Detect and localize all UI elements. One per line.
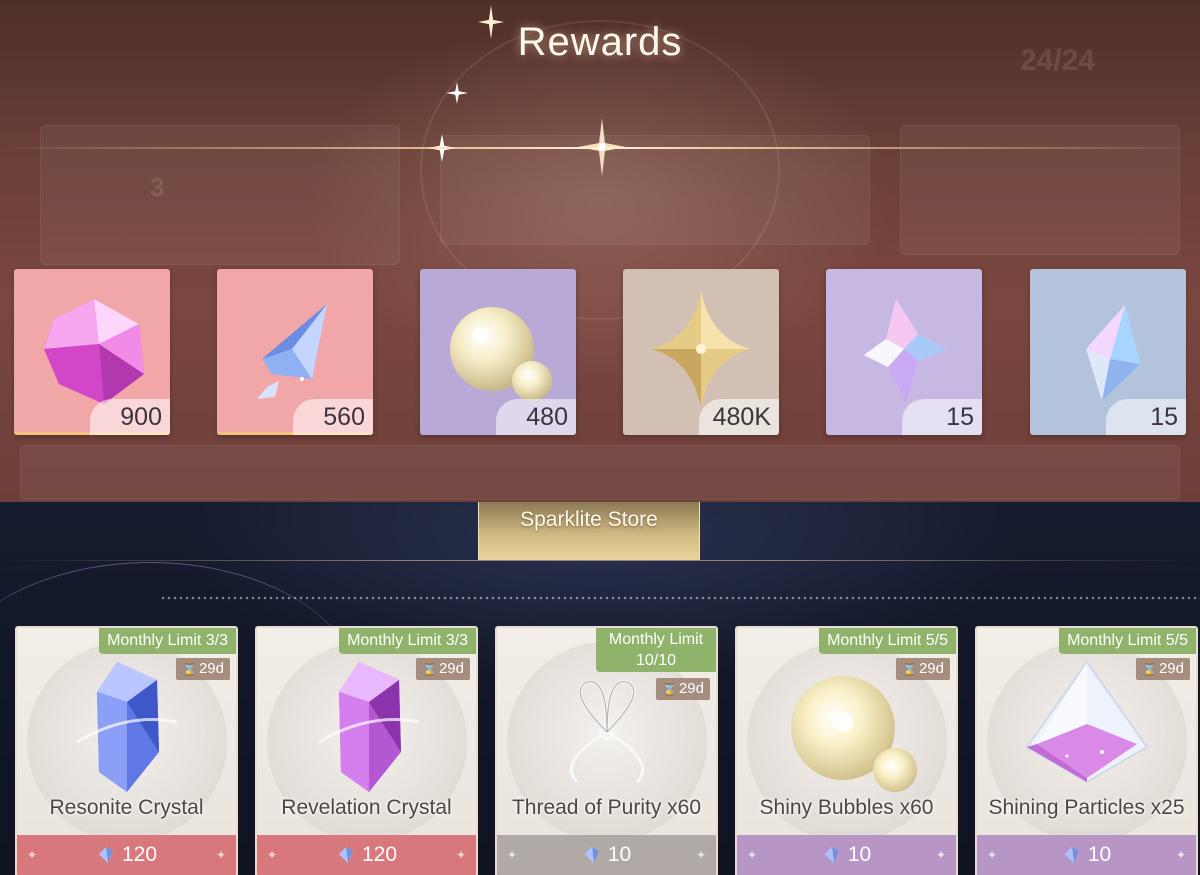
background-panel [900, 125, 1180, 255]
item-name: Revelation Crystal [281, 796, 452, 819]
price-value: 10 [607, 843, 632, 866]
reward-item-ice-crystal[interactable]: 15 [1030, 269, 1186, 435]
reward-item-prism-crystal[interactable]: 15 [826, 269, 982, 435]
item-name: Thread of Purity x60 [511, 796, 702, 819]
timer-badge: ⌛ 29d [656, 678, 710, 700]
reward-quantity: 480K [698, 399, 779, 435]
background-small-count: 3 [150, 172, 165, 202]
sparklite-store: Sparklite Store Monthly Limit 3/3 ⌛ 29d R… [0, 502, 1200, 875]
price-button[interactable]: ✦ 120 ✦ [17, 835, 236, 875]
price-value: 10 [1087, 843, 1112, 866]
thread-of-purity-icon [569, 680, 645, 784]
item-name: Shiny Bubbles x60 [759, 796, 934, 819]
sparkle-icon: ✦ [507, 848, 518, 862]
price-button[interactable]: ✦ 10 ✦ [497, 835, 716, 875]
sparklite-gem-icon [96, 845, 116, 865]
timer-value: 29d [1158, 660, 1184, 677]
timer-badge: ⌛ 29d [176, 658, 230, 680]
reward-quantity: 560 [293, 399, 373, 435]
monthly-limit-badge: Monthly Limit 5/5 [819, 628, 956, 654]
sparkle-icon: ✦ [215, 848, 226, 862]
item-name: Shining Particles x25 [988, 796, 1185, 819]
sparklite-gem-icon [1062, 845, 1082, 865]
price-button[interactable]: ✦ 120 ✦ [257, 835, 476, 875]
monthly-limit-badge: Monthly Limit 3/3 [99, 628, 236, 654]
sparklite-gem-icon [822, 845, 842, 865]
hourglass-icon: ⌛ [182, 662, 197, 676]
divider-star-icon [578, 118, 626, 176]
background-panel [20, 445, 1180, 500]
hourglass-icon: ⌛ [422, 662, 437, 676]
rewards-popup[interactable]: 24/24 3 Rewards 900 560 480 480K 15 15 [0, 0, 1200, 502]
price-button[interactable]: ✦ 10 ✦ [737, 835, 956, 875]
store-item-thread-of-purity[interactable]: Monthly Limit 10/10 ⌛ 29d Thread of Purit… [495, 626, 718, 875]
sparkle-icon [446, 82, 468, 104]
item-name: Resonite Crystal [49, 796, 204, 819]
sparkle-icon: ✦ [267, 848, 278, 862]
sparkle-icon: ✦ [747, 848, 758, 862]
monthly-limit-badge: Monthly Limit 5/5 [1059, 628, 1196, 654]
monthly-limit-badge: Monthly Limit 3/3 [339, 628, 476, 654]
timer-value: 29d [198, 660, 224, 677]
sparklite-gem-icon [582, 845, 602, 865]
reward-quantity: 15 [902, 399, 982, 435]
reward-item-gold-star[interactable]: 480K [623, 269, 779, 435]
dotted-divider [160, 596, 1200, 600]
tab-sparklite-store[interactable]: Sparklite Store [478, 502, 700, 560]
limit-label: Monthly Limit [608, 631, 704, 648]
store-item-shiny-bubbles[interactable]: Monthly Limit 5/5 ⌛ 29d Shiny Bubbles x60… [735, 626, 958, 875]
sparklite-gem-icon [336, 845, 356, 865]
monthly-limit-badge: Monthly Limit 10/10 [596, 628, 716, 672]
timer-value: 29d [678, 680, 704, 697]
timer-badge: ⌛ 29d [416, 658, 470, 680]
reward-item-pink-crystal[interactable]: 900 [14, 269, 170, 435]
timer-badge: ⌛ 29d [1136, 658, 1190, 680]
sparkle-icon: ✦ [1175, 848, 1186, 862]
store-item-revelation-crystal[interactable]: Monthly Limit 3/3 ⌛ 29d Revelation Crysta… [255, 626, 478, 875]
timer-value: 29d [438, 660, 464, 677]
price-value: 120 [121, 843, 158, 866]
sparkle-icon: ✦ [27, 848, 38, 862]
hourglass-icon: ⌛ [902, 662, 917, 676]
hourglass-icon: ⌛ [1142, 662, 1157, 676]
reward-quantity: 15 [1106, 399, 1186, 435]
price-value: 10 [847, 843, 872, 866]
sparkle-icon: ✦ [455, 848, 466, 862]
limit-count: 10/10 [635, 652, 677, 669]
timer-badge: ⌛ 29d [896, 658, 950, 680]
store-divider [0, 560, 1200, 561]
background-panel [440, 135, 870, 245]
reward-quantity: 900 [90, 399, 170, 435]
reward-item-bubble[interactable]: 480 [420, 269, 576, 435]
rewards-title: Rewards [517, 20, 683, 64]
price-value: 120 [361, 843, 398, 866]
store-item-resonite-crystal[interactable]: Monthly Limit 3/3 ⌛ 29d Resonite Crystal … [15, 626, 238, 875]
sparkle-icon: ✦ [935, 848, 946, 862]
background-panel [40, 125, 400, 265]
sparkle-icon: ✦ [987, 848, 998, 862]
sparkle-icon: ✦ [695, 848, 706, 862]
sparkle-icon [478, 5, 504, 39]
timer-value: 29d [918, 660, 944, 677]
reward-quantity: 480 [496, 399, 576, 435]
hourglass-icon: ⌛ [662, 682, 677, 696]
price-button[interactable]: ✦ 10 ✦ [977, 835, 1196, 875]
store-item-shining-particles[interactable]: Monthly Limit 5/5 ⌛ 29d Shining Particles… [975, 626, 1198, 875]
reward-item-blue-shard[interactable]: 560 [217, 269, 373, 435]
